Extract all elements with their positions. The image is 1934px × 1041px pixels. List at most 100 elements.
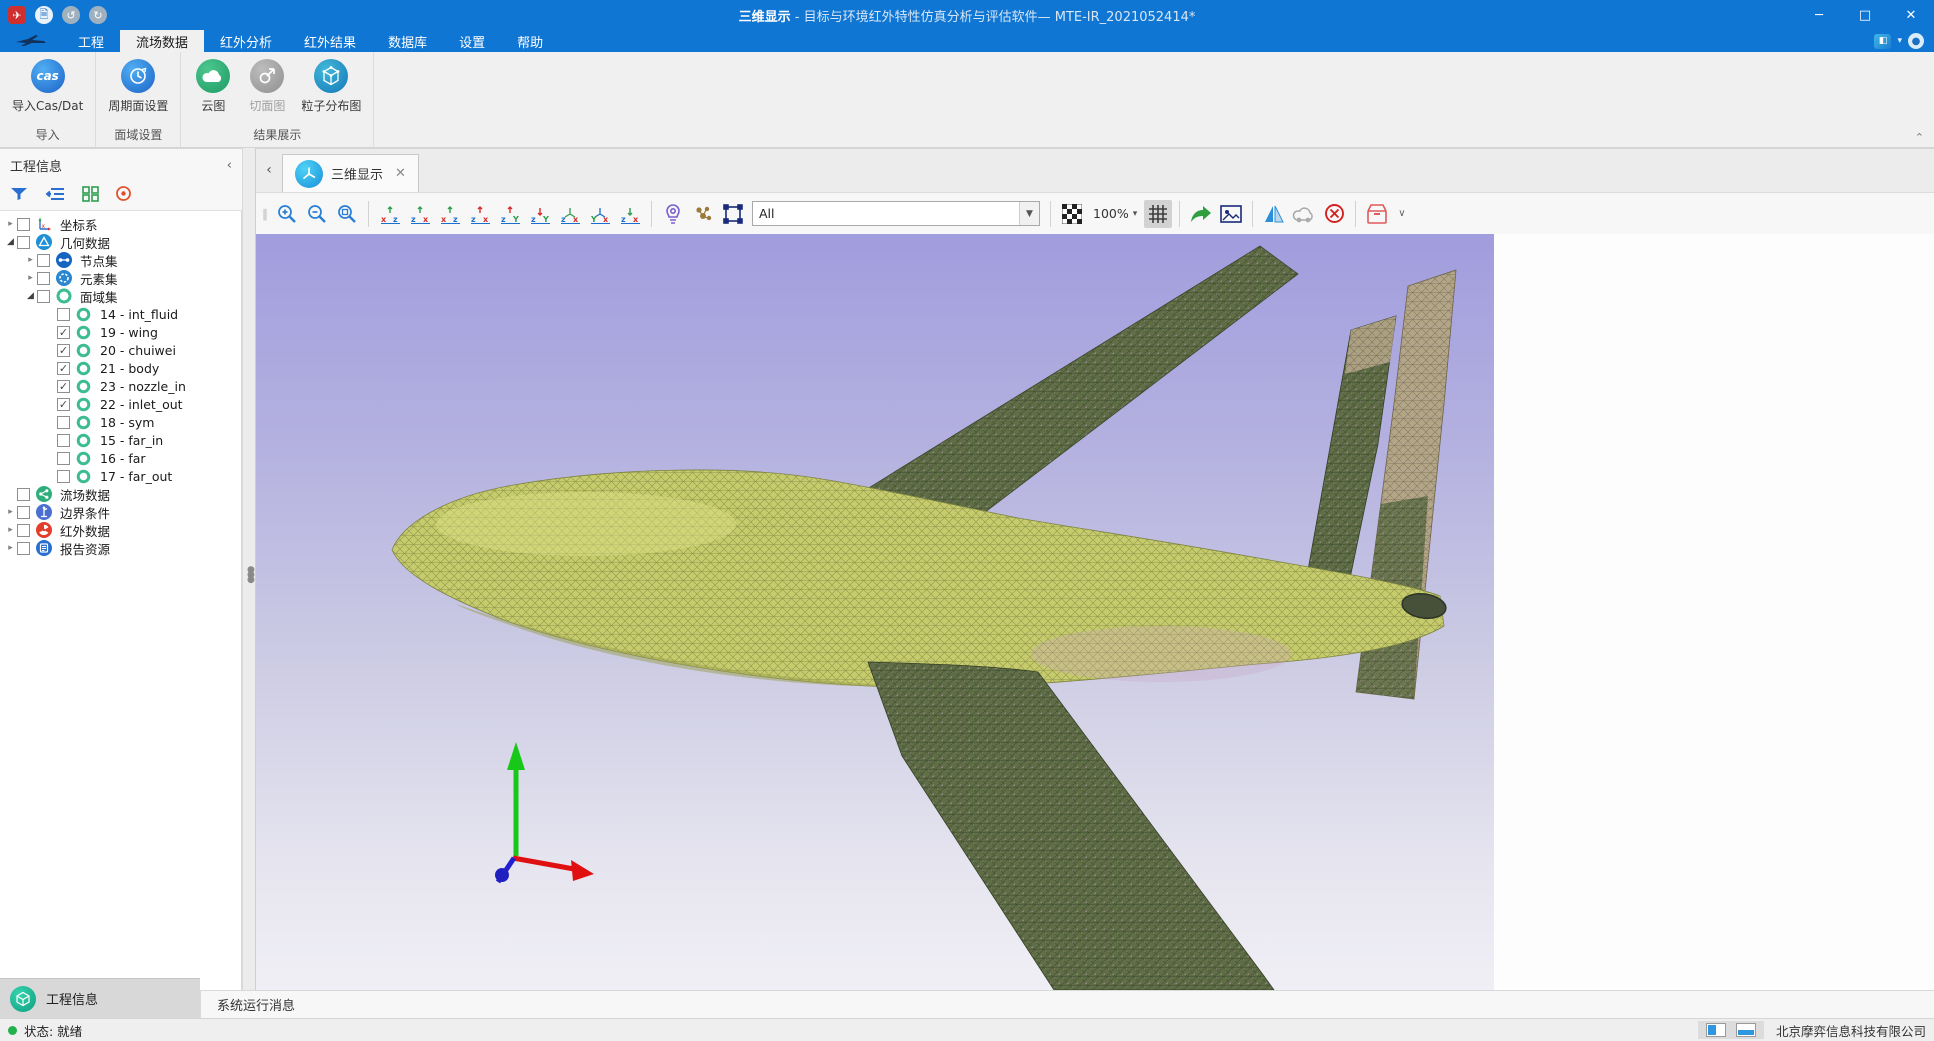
- tree-checkbox[interactable]: ✓: [57, 326, 70, 339]
- tree-expander-icon[interactable]: ▸: [4, 219, 17, 229]
- tree-item[interactable]: ✓22 - inlet_out: [0, 395, 241, 413]
- save-view-caret[interactable]: ∨: [1398, 208, 1405, 219]
- close-button[interactable]: ✕: [1888, 0, 1934, 30]
- view-right-button[interactable]: zx: [406, 200, 434, 228]
- zoom-level-dropdown[interactable]: 100%▾: [1093, 206, 1137, 221]
- ribbon-button-导入Cas/Dat[interactable]: cas导入Cas/Dat: [6, 57, 89, 116]
- tree-item[interactable]: ◢几何数据: [0, 233, 241, 251]
- tree-item[interactable]: ✓21 - body: [0, 359, 241, 377]
- combo-dropdown-icon[interactable]: ▼: [1019, 202, 1039, 225]
- tree-checkbox[interactable]: [17, 506, 30, 519]
- menu-item-红外分析[interactable]: 红外分析: [204, 30, 288, 52]
- tree-item[interactable]: ✓23 - nozzle_in: [0, 377, 241, 395]
- tree-expander-icon[interactable]: ◢: [24, 291, 37, 301]
- tree-checkbox[interactable]: [17, 524, 30, 537]
- tree-checkbox[interactable]: [17, 488, 30, 501]
- tree-checkbox[interactable]: [57, 416, 70, 429]
- tree-checkbox[interactable]: ✓: [57, 362, 70, 375]
- tree-item[interactable]: ✓20 - chuiwei: [0, 341, 241, 359]
- tab-close-icon[interactable]: ✕: [395, 166, 406, 181]
- toolbar-drag-handle[interactable]: ∥: [262, 207, 266, 221]
- tree-checkbox[interactable]: ✓: [57, 398, 70, 411]
- tree-checkbox[interactable]: [37, 290, 50, 303]
- screenshot-button[interactable]: [1217, 200, 1245, 228]
- project-info-bottom-tab[interactable]: 工程信息: [0, 978, 200, 1018]
- menu-item-数据库[interactable]: 数据库: [372, 30, 443, 52]
- display-filter-select[interactable]: All▼: [752, 201, 1040, 226]
- tree-checkbox[interactable]: [57, 452, 70, 465]
- zoom-fit-button[interactable]: [333, 200, 361, 228]
- tree-item[interactable]: 16 - far: [0, 449, 241, 467]
- tree-checkbox[interactable]: [37, 272, 50, 285]
- tree-expander-icon[interactable]: ◢: [4, 237, 17, 247]
- transparency-button[interactable]: [1058, 200, 1086, 228]
- ribbon-button-粒子分布图[interactable]: 粒子分布图: [295, 57, 367, 116]
- tree-item[interactable]: 18 - sym: [0, 413, 241, 431]
- zoom-in-button[interactable]: [273, 200, 301, 228]
- tree-expander-icon[interactable]: ▸: [24, 273, 37, 283]
- view-left-button[interactable]: xz: [376, 200, 404, 228]
- layout-split-horizontal-icon[interactable]: [1736, 1023, 1756, 1037]
- tree-checkbox[interactable]: [17, 542, 30, 555]
- app-pin-icon[interactable]: ✈: [8, 6, 26, 24]
- view-front-button[interactable]: xz: [436, 200, 464, 228]
- view-iso1-button[interactable]: zx: [556, 200, 584, 228]
- tree-item[interactable]: 15 - far_in: [0, 431, 241, 449]
- box-select-button[interactable]: [719, 200, 747, 228]
- save-view-button[interactable]: [1363, 200, 1391, 228]
- tree-item[interactable]: ✓19 - wing: [0, 323, 241, 341]
- tree-checkbox[interactable]: [57, 470, 70, 483]
- view-iso2-button[interactable]: Yx: [586, 200, 614, 228]
- tree-item[interactable]: 14 - int_fluid: [0, 305, 241, 323]
- chevron-down-icon[interactable]: ▾: [1897, 36, 1902, 46]
- locate-target-icon[interactable]: [115, 185, 132, 206]
- tab-scroll-left-icon[interactable]: ‹: [256, 148, 282, 192]
- outline-list-icon[interactable]: [46, 186, 66, 206]
- tab-3d-view[interactable]: 三维显示 ✕: [282, 154, 419, 192]
- tree-expander-icon[interactable]: ▸: [4, 525, 17, 535]
- redo-icon[interactable]: ↻: [89, 6, 107, 24]
- smooth-button[interactable]: [1290, 200, 1318, 228]
- grid-view-icon[interactable]: [82, 186, 99, 206]
- tree-checkbox[interactable]: ✓: [57, 344, 70, 357]
- clear-button[interactable]: [1320, 200, 1348, 228]
- tree-checkbox[interactable]: [17, 236, 30, 249]
- tree-item[interactable]: 流场数据: [0, 485, 241, 503]
- viewport-3d[interactable]: [256, 234, 1494, 990]
- tree-item[interactable]: ▸报告资源: [0, 539, 241, 557]
- particle-trace-button[interactable]: [689, 200, 717, 228]
- tree-expander-icon[interactable]: ▸: [4, 543, 17, 553]
- theme-icon[interactable]: ◧: [1874, 34, 1891, 49]
- tree-item[interactable]: 17 - far_out: [0, 467, 241, 485]
- tree-checkbox[interactable]: ✓: [57, 380, 70, 393]
- view-back-button[interactable]: zx: [466, 200, 494, 228]
- collapse-ribbon-icon[interactable]: ⌃: [1915, 131, 1924, 144]
- tree-item[interactable]: ▸边界条件: [0, 503, 241, 521]
- maximize-button[interactable]: □: [1842, 0, 1888, 30]
- user-icon[interactable]: ●: [1908, 33, 1924, 49]
- panel-splitter[interactable]: ●●●: [242, 148, 256, 990]
- tree-checkbox[interactable]: [17, 218, 30, 231]
- menu-item-设置[interactable]: 设置: [443, 30, 501, 52]
- ribbon-button-云图[interactable]: 云图: [187, 57, 239, 116]
- tree-checkbox[interactable]: [57, 308, 70, 321]
- tree-checkbox[interactable]: [57, 434, 70, 447]
- undo-icon[interactable]: ↺: [62, 6, 80, 24]
- filter-icon[interactable]: [10, 186, 30, 206]
- tree-expander-icon[interactable]: ▸: [4, 507, 17, 517]
- tree-item[interactable]: ◢面域集: [0, 287, 241, 305]
- mesh-toggle-button[interactable]: [1144, 200, 1172, 228]
- tree-item[interactable]: ▸x坐标系: [0, 215, 241, 233]
- panel-collapse-icon[interactable]: ‹: [227, 158, 232, 173]
- view-top-button[interactable]: zY: [496, 200, 524, 228]
- export-button[interactable]: [1187, 200, 1215, 228]
- tree-checkbox[interactable]: [37, 254, 50, 267]
- mirror-button[interactable]: [1260, 200, 1288, 228]
- menu-item-红外结果[interactable]: 红外结果: [288, 30, 372, 52]
- tree-item[interactable]: ▸节点集: [0, 251, 241, 269]
- menu-item-流场数据[interactable]: 流场数据: [120, 30, 204, 52]
- minimize-button[interactable]: ─: [1796, 0, 1842, 30]
- view-iso3-button[interactable]: zx: [616, 200, 644, 228]
- new-document-icon[interactable]: 🗎: [35, 6, 53, 24]
- tree-expander-icon[interactable]: ▸: [24, 255, 37, 265]
